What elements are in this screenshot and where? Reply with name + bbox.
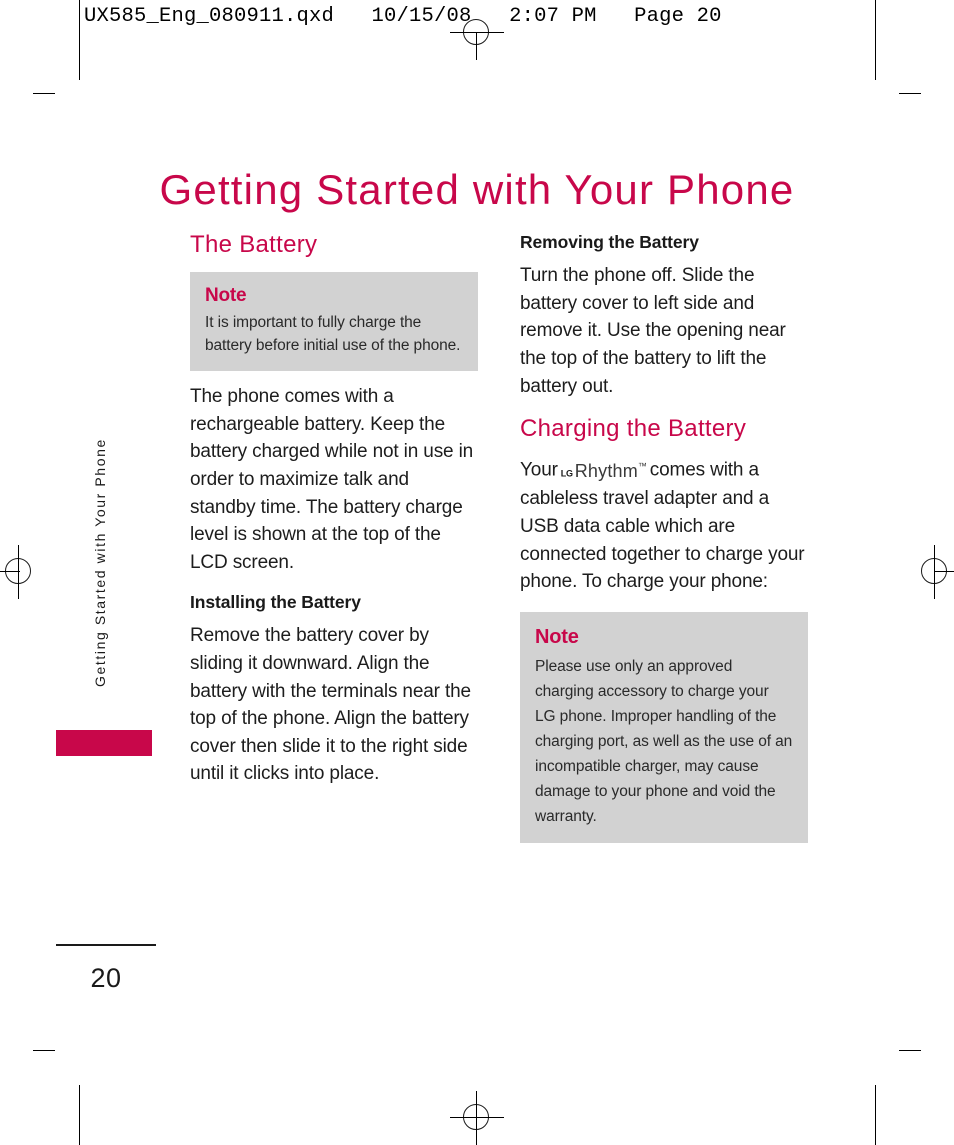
left-column: The Battery Note It is important to full… [190,231,478,788]
note-title: Note [535,625,579,648]
section-heading-installing-the-battery: Installing the Battery [190,592,361,613]
page-number: 20 [90,963,122,993]
note-text: It is important to fully charge the batt… [205,314,461,354]
running-head-vertical: Getting Started with Your Phone [92,438,108,688]
crop-mark-top-left-horizontal [33,93,55,94]
section-heading-removing-the-battery: Removing the Battery [520,232,699,252]
page-edge-line-left [79,0,80,58]
print-page: UX585_Eng_080911.qxd 10/15/08 2:07 PM Pa… [0,0,954,1145]
crop-mark-bottom-left-horizontal [33,1050,55,1051]
paragraph-charging-battery: Your LG Rhythm™ comes with a cableless trav… [520,452,808,595]
lg-wordmark: LG [560,464,573,480]
section-heading-the-battery: The Battery [190,231,318,258]
side-tab-bar [56,730,152,756]
crop-mark-bottom-right-vertical [875,1085,876,1107]
page-edge-line-left-bottom [79,1107,80,1145]
footer-rule [56,944,156,946]
note-box-battery: Note It is important to fully charge the… [190,272,478,372]
crop-mark-top-right-vertical [875,58,876,80]
lg-rhythm-logo: LG Rhythm™ [558,453,650,486]
paragraph-battery-intro: The phone comes with a rechargeable batt… [190,386,474,573]
right-column: Removing the Battery Turn the phone off.… [520,232,808,855]
note-title: Note [205,285,247,307]
page-edge-line-right [875,0,876,58]
crop-mark-bottom-right-horizontal [899,1050,921,1051]
note-box-charging: Note Please use only an approved chargin… [520,611,808,843]
crop-mark-bottom-left-vertical [79,1085,80,1107]
trademark-icon: ™ [637,461,647,472]
print-file-header: UX585_Eng_080911.qxd 10/15/08 2:07 PM Pa… [84,5,722,28]
note-text: Please use only an approved charging acc… [535,657,793,825]
page-edge-line-right-bottom [875,1107,876,1145]
rhythm-wordmark: Rhythm [574,460,638,481]
charging-text-before: Your [520,459,558,481]
crop-mark-top-right-horizontal [899,93,921,94]
crop-mark-top-left-vertical [79,58,80,80]
registration-mark-right [908,545,954,599]
paragraph-installing-battery: Remove the battery cover by sliding it d… [190,625,471,785]
page-title: Getting Started with Your Phone [159,166,795,214]
section-heading-charging-the-battery: Charging the Battery [520,415,747,443]
registration-mark-left [0,545,46,599]
registration-mark-bottom [450,1091,504,1145]
paragraph-removing-battery: Turn the phone off. Slide the battery co… [520,265,786,397]
